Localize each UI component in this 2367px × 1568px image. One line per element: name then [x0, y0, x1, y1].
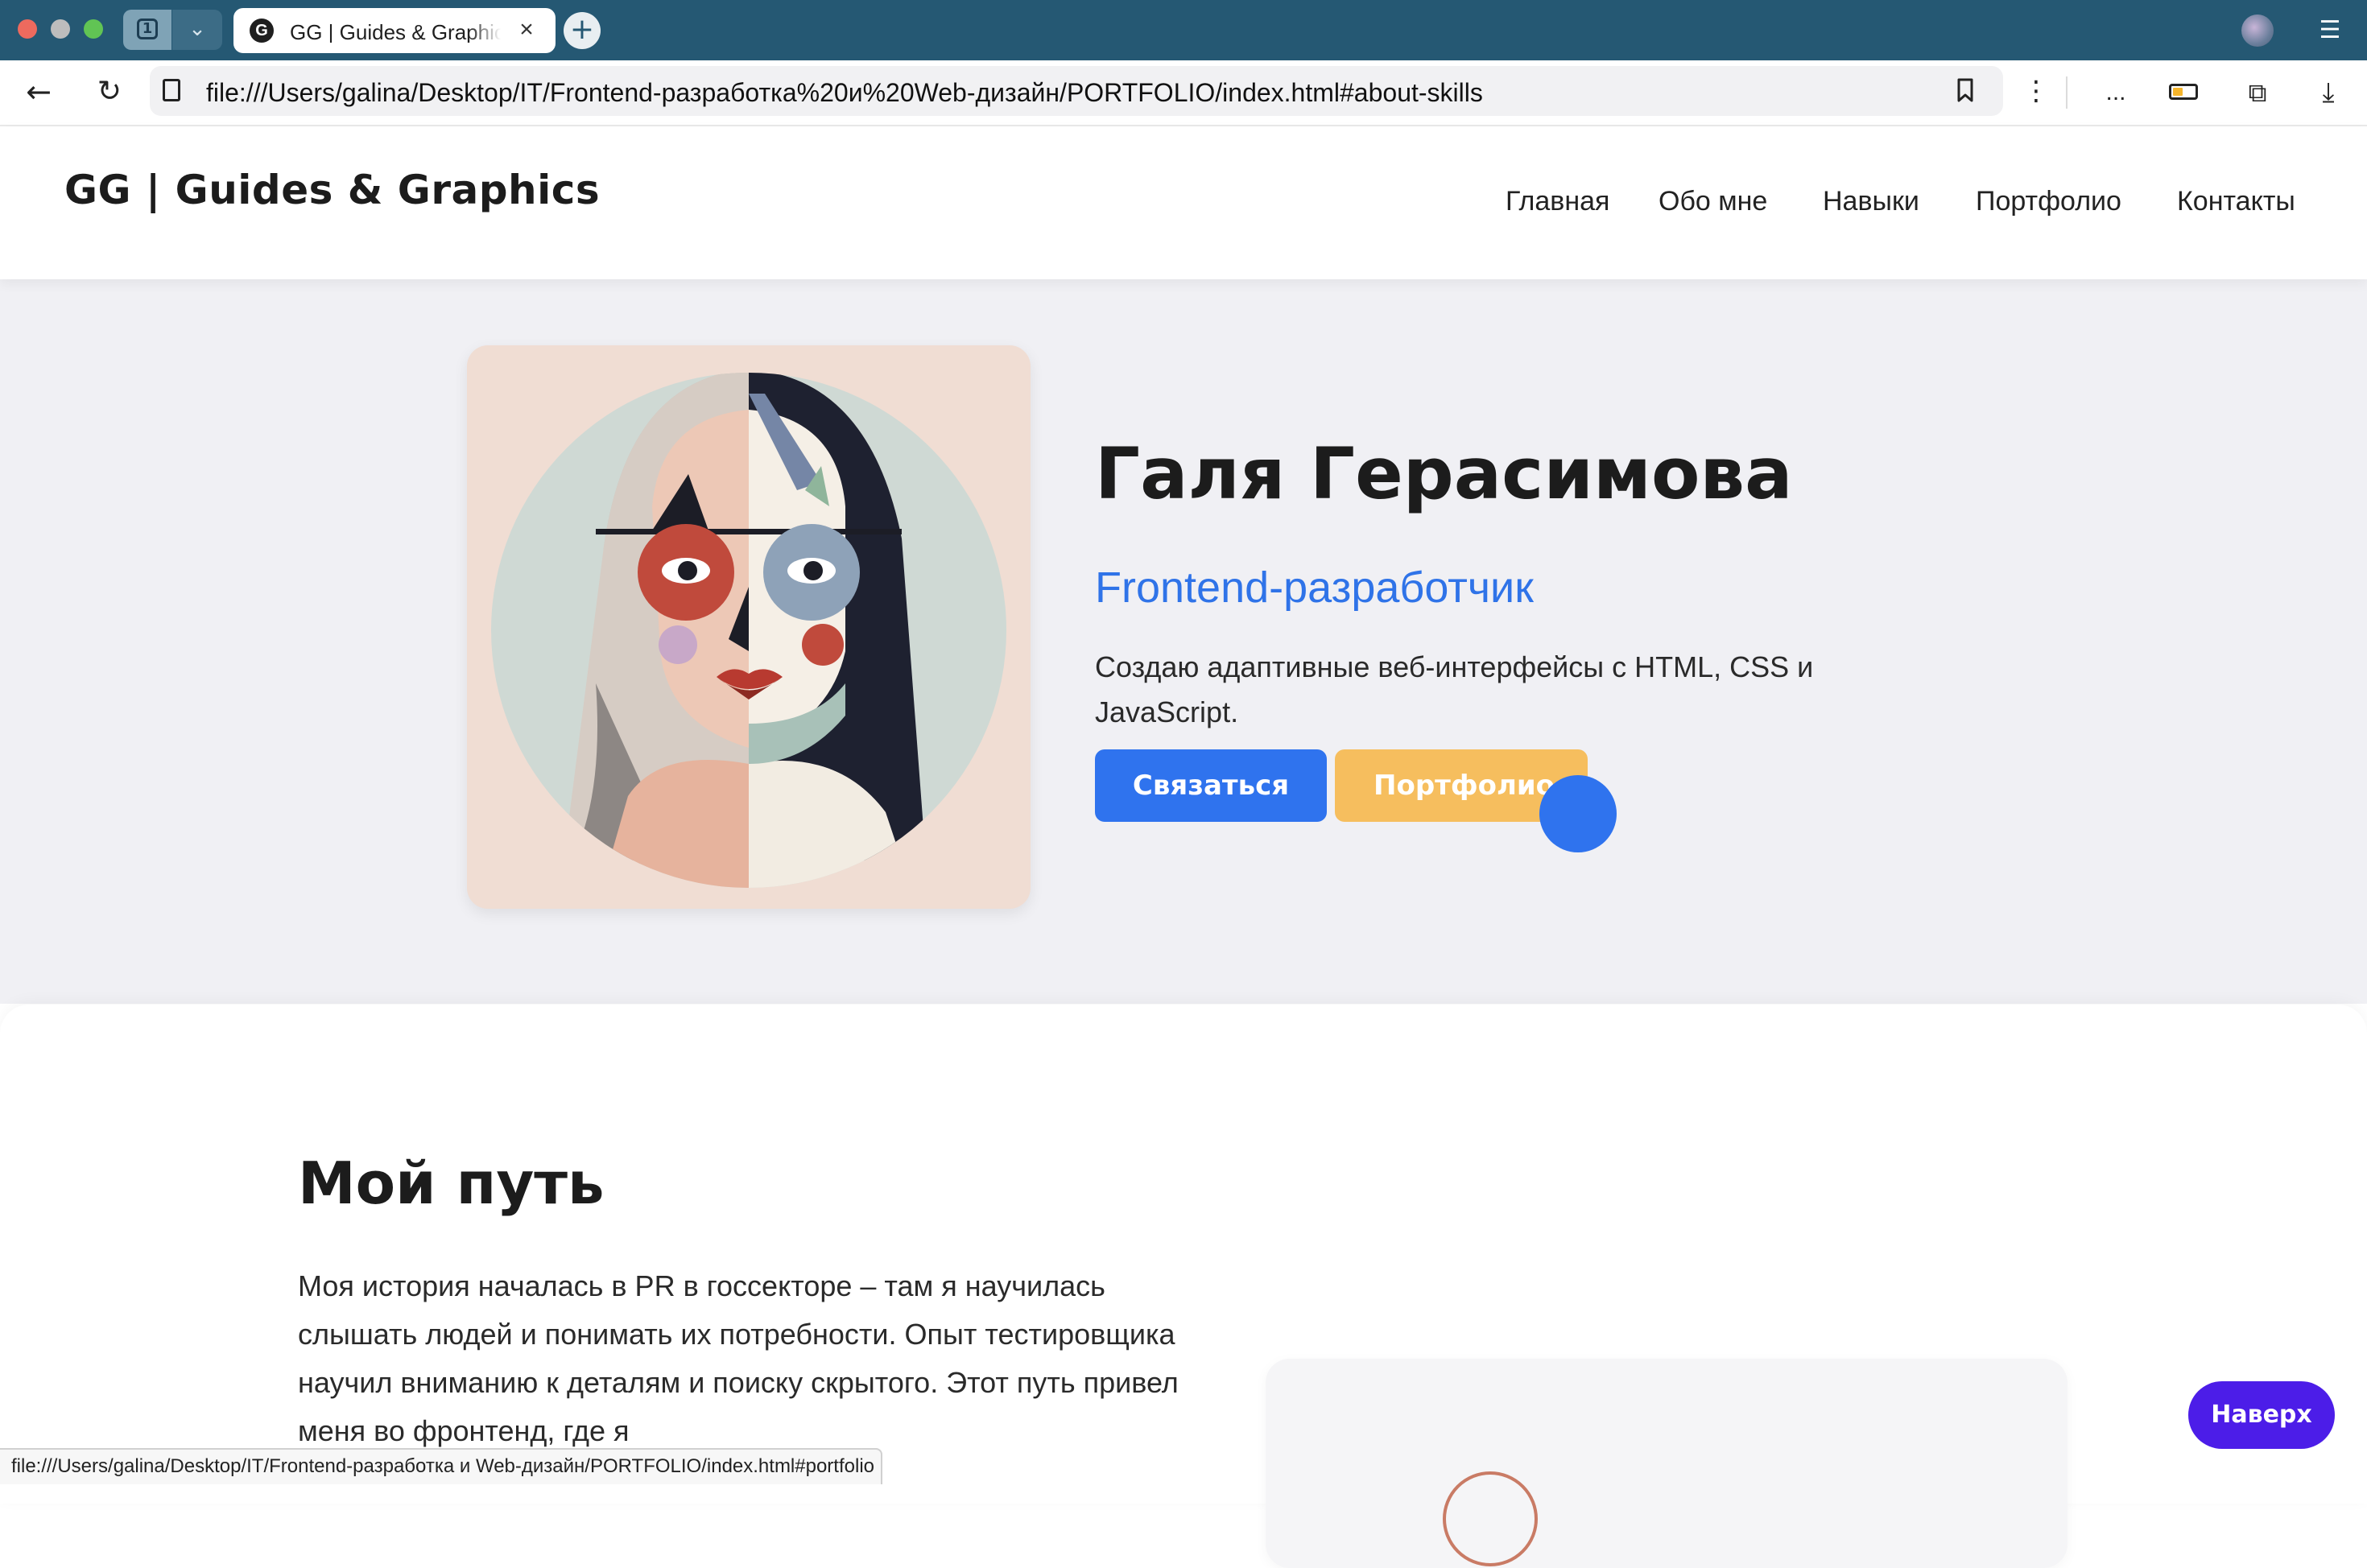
nav-contacts[interactable]: Контакты: [2177, 186, 2295, 217]
about-title: Мой путь: [298, 1149, 605, 1217]
url-text[interactable]: file:///Users/galina/Desktop/IT/Frontend…: [206, 78, 1483, 108]
reload-icon[interactable]: ↻: [90, 73, 129, 112]
window-zoom-button[interactable]: [84, 19, 103, 39]
new-tab-plus-icon[interactable]: +: [564, 12, 601, 49]
favicon-icon: G: [250, 19, 274, 43]
browser-toolbar: ← ↻ file:///Users/galina/Desktop/IT/Fron…: [0, 60, 2367, 126]
tab-counter-button[interactable]: 1: [123, 10, 171, 50]
hero-description: Создаю адаптивные веб-интерфейсы с HTML,…: [1095, 650, 1814, 728]
close-icon[interactable]: ×: [512, 16, 541, 45]
nav-skills[interactable]: Навыки: [1823, 186, 1919, 217]
profile-avatar[interactable]: [2241, 14, 2274, 47]
about-illustration: [1443, 1471, 1538, 1566]
hero-role: Frontend-разработчик: [1095, 563, 1534, 612]
file-icon: [163, 79, 180, 101]
about-image-card: [1266, 1359, 2068, 1568]
battery-icon[interactable]: [2169, 84, 2198, 100]
download-icon[interactable]: ⤓: [2312, 76, 2344, 109]
hamburger-icon[interactable]: ☰: [2315, 16, 2344, 45]
toolbar-divider: [2066, 76, 2068, 109]
site-logo[interactable]: GG | Guides & Graphics: [64, 167, 600, 213]
extensions-overflow-button[interactable]: ...: [2098, 75, 2134, 110]
cursor-indicator: [1539, 775, 1617, 852]
tab-title: GG | Guides & Graphics: [290, 20, 501, 43]
about-section: Мой путь Моя история началась в PR в гос…: [0, 1005, 2367, 1568]
browser-tab-active[interactable]: G GG | Guides & Graphics ×: [233, 8, 556, 53]
window-minimize-button[interactable]: [51, 19, 70, 39]
tab-count: 1: [137, 19, 158, 39]
more-vertical-icon[interactable]: ⋮: [2022, 75, 2050, 110]
bookmark-icon[interactable]: [1952, 77, 1979, 105]
about-text: Моя история началась в PR в госсекторе –…: [298, 1269, 1179, 1447]
hero-section: Галя Герасимова Frontend-разработчик Соз…: [0, 279, 2367, 1004]
site-header: GG | Guides & Graphics Главная Обо мне Н…: [0, 126, 2367, 279]
status-bar-url: file:///Users/galina/Desktop/IT/Frontend…: [0, 1448, 882, 1484]
contact-button[interactable]: Связаться: [1095, 749, 1327, 822]
nav-home[interactable]: Главная: [1506, 186, 1609, 217]
scroll-to-top-button[interactable]: Наверх: [2188, 1381, 2335, 1449]
avatar-illustration: [467, 345, 1031, 909]
translate-icon[interactable]: ⧉: [2241, 76, 2274, 109]
arrow-left-icon[interactable]: ←: [19, 73, 58, 112]
nav-about[interactable]: Обо мне: [1659, 186, 1767, 217]
tab-list-chevron-down-icon[interactable]: ⌄: [172, 10, 222, 50]
window-close-button[interactable]: [18, 19, 37, 39]
browser-tab-strip: 1 ⌄ G GG | Guides & Graphics × + ☰: [0, 0, 2367, 60]
address-bar[interactable]: file:///Users/galina/Desktop/IT/Frontend…: [150, 66, 2003, 116]
hero-name: Галя Герасимова: [1095, 432, 1793, 515]
nav-portfolio[interactable]: Портфолио: [1976, 186, 2121, 217]
